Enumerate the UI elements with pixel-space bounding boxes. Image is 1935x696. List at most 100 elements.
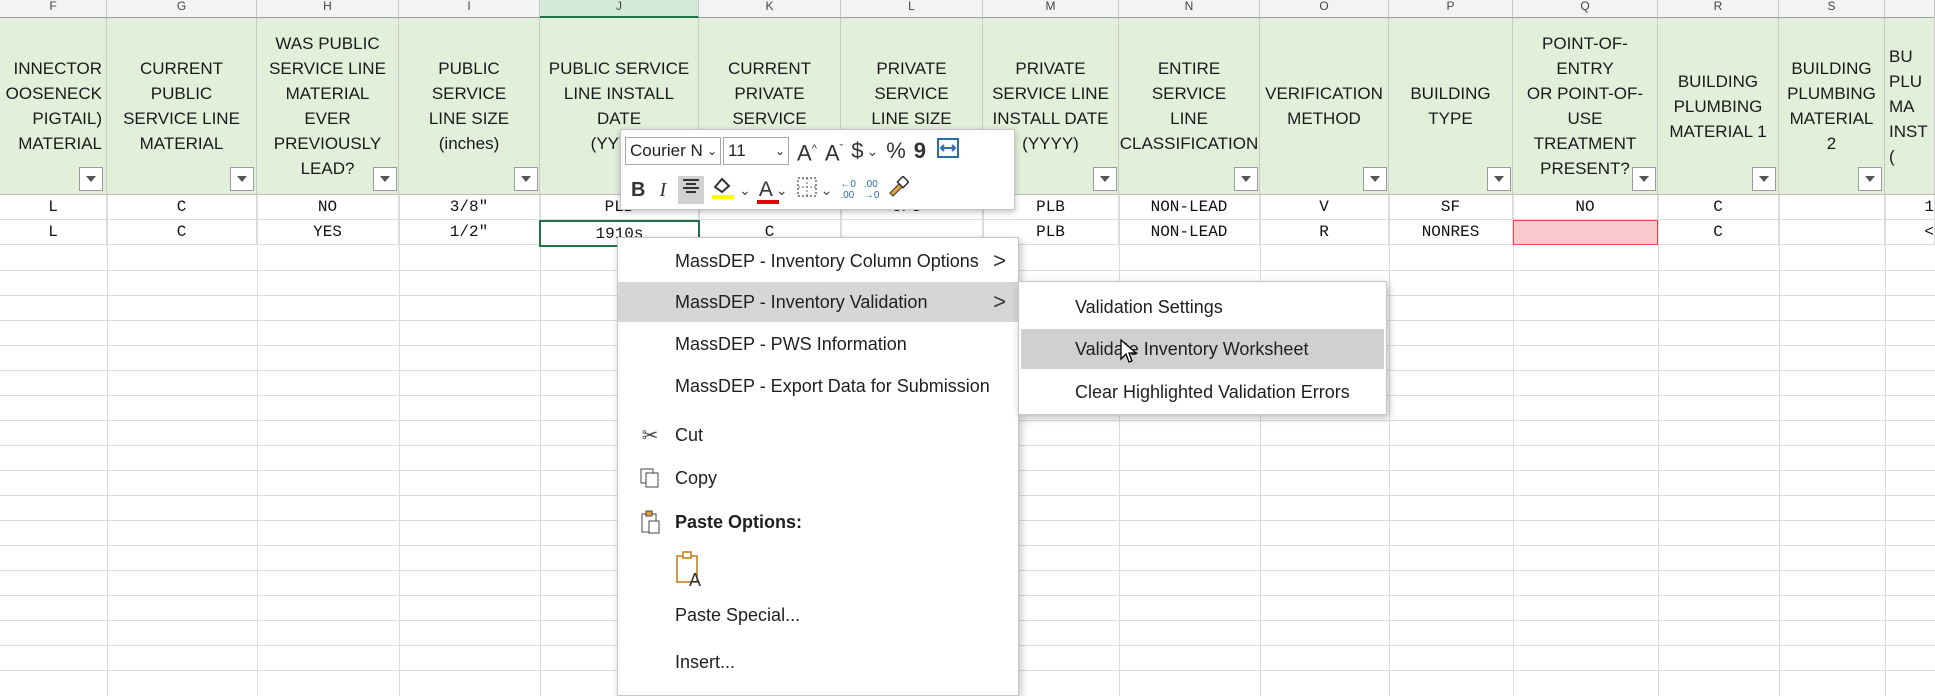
table-cell[interactable] bbox=[1779, 220, 1885, 245]
menu-item-copy[interactable]: Copy bbox=[618, 458, 1018, 498]
filter-dropdown-button[interactable] bbox=[373, 167, 397, 191]
chevron-down-icon: ⌄ bbox=[774, 144, 785, 158]
filter-dropdown-button[interactable] bbox=[1858, 167, 1882, 191]
column-letter-i[interactable]: I bbox=[399, 0, 540, 18]
column-letter-f[interactable]: F bbox=[0, 0, 107, 18]
font-name-value: Courier N bbox=[630, 141, 703, 160]
decrease-decimal-icon[interactable]: .00 →0 bbox=[864, 179, 880, 201]
grow-font-icon[interactable]: A^ bbox=[797, 135, 817, 167]
scissors-icon: ✂ bbox=[641, 424, 659, 447]
menu-item-label: Cut bbox=[675, 424, 704, 445]
filter-dropdown-button[interactable] bbox=[1363, 167, 1387, 191]
chevron-down-icon[interactable]: ⌄ bbox=[821, 182, 833, 199]
table-cell[interactable]: V bbox=[1260, 195, 1389, 220]
column-letter-o[interactable]: O bbox=[1260, 0, 1389, 18]
table-cell[interactable]: C bbox=[107, 195, 257, 220]
chevron-down-icon[interactable]: ⌄ bbox=[866, 143, 878, 160]
submenu-item-clear-validation-errors[interactable]: Clear Highlighted Validation Errors bbox=[1019, 372, 1386, 412]
table-cell[interactable] bbox=[1779, 195, 1885, 220]
menu-item-label: Validate Inventory Worksheet bbox=[1075, 338, 1309, 359]
chevron-down-icon[interactable]: ⌄ bbox=[739, 182, 751, 199]
column-letter-s[interactable]: S bbox=[1779, 0, 1885, 18]
filter-dropdown-button[interactable] bbox=[514, 167, 538, 191]
column-letter-k[interactable]: K bbox=[699, 0, 841, 18]
bold-icon[interactable]: B bbox=[631, 176, 645, 204]
column-letter-g[interactable]: G bbox=[107, 0, 257, 18]
comma-style-icon[interactable]: 9 bbox=[914, 137, 926, 165]
chevron-down-icon[interactable]: ⌄ bbox=[776, 182, 788, 199]
font-size-dropdown[interactable]: 11 ⌄ bbox=[723, 137, 789, 165]
column-letter-j[interactable]: J bbox=[540, 0, 699, 18]
table-cell[interactable]: 3/8" bbox=[399, 195, 540, 220]
menu-item-export-data[interactable]: MassDEP - Export Data for Submission bbox=[618, 366, 1018, 406]
chevron-down-icon bbox=[1100, 176, 1110, 182]
font-color-icon[interactable]: A bbox=[756, 176, 779, 204]
table-cell[interactable]: NON-LEAD bbox=[1119, 220, 1260, 245]
format-painter-icon[interactable] bbox=[887, 174, 911, 205]
table-cell[interactable]: NO bbox=[257, 195, 399, 220]
table-cell[interactable]: C bbox=[1658, 220, 1779, 245]
filter-dropdown-button[interactable] bbox=[1632, 167, 1656, 191]
chevron-down-icon bbox=[1494, 176, 1504, 182]
menu-item-paste-special[interactable]: Paste Special... bbox=[618, 595, 1018, 635]
column-letter-n[interactable]: N bbox=[1119, 0, 1260, 18]
menu-item-label: Clear Highlighted Validation Errors bbox=[1075, 381, 1350, 402]
column-letter-m[interactable]: M bbox=[983, 0, 1119, 18]
filter-dropdown-button[interactable] bbox=[1093, 167, 1117, 191]
table-cell[interactable]: SF bbox=[1389, 195, 1513, 220]
wrap-text-icon[interactable] bbox=[936, 136, 960, 167]
menu-item-pws-information[interactable]: MassDEP - PWS Information bbox=[618, 324, 1018, 364]
menu-item-label: MassDEP - Inventory Validation bbox=[675, 291, 928, 312]
fill-color-icon[interactable] bbox=[710, 174, 736, 207]
svg-text:A: A bbox=[689, 570, 701, 588]
filter-dropdown-button[interactable] bbox=[1487, 167, 1511, 191]
table-cell[interactable]: < bbox=[1885, 220, 1935, 245]
menu-item-label: Paste Special... bbox=[675, 604, 801, 625]
table-cell[interactable]: C bbox=[1658, 195, 1779, 220]
menu-item-cut[interactable]: ✂ Cut bbox=[618, 415, 1018, 455]
menu-item-inventory-validation[interactable]: MassDEP - Inventory Validation > bbox=[618, 282, 1018, 322]
column-letter-q[interactable]: Q bbox=[1513, 0, 1658, 18]
percent-style-icon[interactable]: % bbox=[886, 137, 906, 165]
header-plumbing-install[interactable]: BU PLU MA INST ( bbox=[1885, 18, 1935, 195]
column-letter-l[interactable]: L bbox=[841, 0, 983, 18]
grow-font-letter: A bbox=[797, 140, 812, 166]
table-cell[interactable]: NONRES bbox=[1389, 220, 1513, 245]
submenu-item-validation-settings[interactable]: Validation Settings bbox=[1019, 287, 1386, 327]
column-letter-p[interactable]: P bbox=[1389, 0, 1513, 18]
table-cell[interactable]: 1 bbox=[1885, 195, 1935, 220]
table-cell[interactable]: C bbox=[107, 220, 257, 245]
shrink-font-icon[interactable]: Aˇ bbox=[825, 135, 843, 167]
increase-decimal-icon[interactable]: ←0 .00 bbox=[840, 179, 856, 201]
column-letter-t[interactable] bbox=[1885, 0, 1935, 18]
font-color-letter: A bbox=[758, 178, 773, 201]
filter-dropdown-button[interactable] bbox=[1234, 167, 1258, 191]
table-cell[interactable]: 1/2" bbox=[399, 220, 540, 245]
font-name-dropdown[interactable]: Courier N ⌄ bbox=[625, 137, 721, 165]
filter-dropdown-button[interactable] bbox=[230, 167, 254, 191]
menu-item-label: Insert... bbox=[675, 651, 736, 672]
borders-icon[interactable] bbox=[796, 176, 818, 205]
italic-icon[interactable]: I bbox=[659, 176, 666, 204]
chevron-down-icon bbox=[521, 176, 531, 182]
menu-item-insert[interactable]: Insert... bbox=[618, 642, 1018, 682]
filter-dropdown-button[interactable] bbox=[79, 167, 103, 191]
paste-icon bbox=[638, 510, 662, 534]
currency-format-icon[interactable]: $ bbox=[851, 137, 863, 165]
paste-keep-text-only-icon[interactable]: A bbox=[673, 550, 707, 590]
menu-item-label: Validation Settings bbox=[1075, 296, 1223, 317]
table-cell[interactable]: L bbox=[0, 195, 107, 220]
submenu-item-validate-worksheet[interactable]: Validate Inventory Worksheet bbox=[1021, 329, 1384, 369]
column-letter-h[interactable]: H bbox=[257, 0, 399, 18]
table-cell[interactable]: L bbox=[0, 220, 107, 245]
table-cell[interactable]: NO bbox=[1513, 195, 1658, 220]
error-highlighted-cell[interactable] bbox=[1513, 220, 1658, 245]
filter-dropdown-button[interactable] bbox=[1752, 167, 1776, 191]
table-cell[interactable]: NON-LEAD bbox=[1119, 195, 1260, 220]
table-cell[interactable]: R bbox=[1260, 220, 1389, 245]
menu-item-inventory-column-options[interactable]: MassDEP - Inventory Column Options > bbox=[618, 241, 1018, 281]
column-letter-r[interactable]: R bbox=[1658, 0, 1779, 18]
chevron-down-icon bbox=[1759, 176, 1769, 182]
table-cell[interactable]: YES bbox=[257, 220, 399, 245]
center-align-icon[interactable] bbox=[678, 176, 705, 204]
